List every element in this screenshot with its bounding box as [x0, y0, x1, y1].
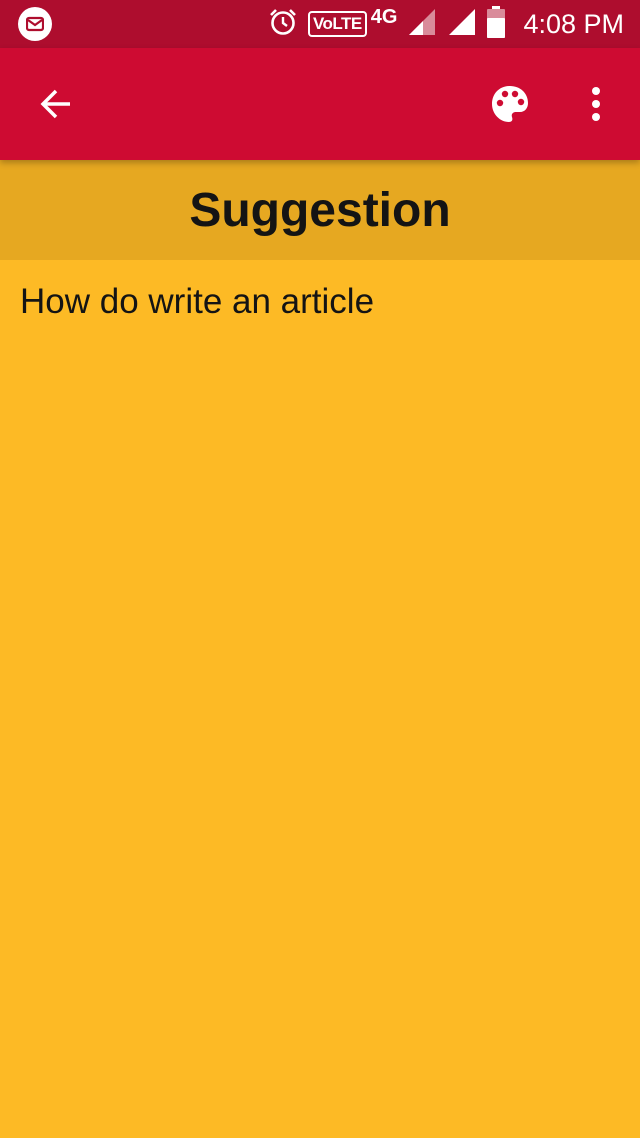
battery-icon: [487, 5, 506, 43]
palette-icon: [492, 86, 528, 122]
mail-icon: [18, 7, 52, 41]
note-screen: VoLTE 4G 4:08 PM Suggestion How do write…: [0, 0, 640, 1138]
status-bar: VoLTE 4G 4:08 PM: [0, 0, 640, 48]
back-button[interactable]: [28, 76, 84, 132]
color-palette-button[interactable]: [482, 76, 538, 132]
alarm-icon: [268, 7, 298, 42]
signal-icon: [407, 7, 437, 42]
network-type: 4G: [370, 5, 398, 28]
status-time: 4:08 PM: [523, 8, 624, 39]
app-bar: [0, 48, 640, 160]
back-arrow-icon: [40, 89, 70, 119]
signal-full-icon: [447, 7, 477, 42]
note-body-text[interactable]: How do write an article: [20, 280, 620, 324]
more-vert-icon: [592, 87, 600, 121]
note-title-bar[interactable]: Suggestion: [0, 160, 640, 260]
note-title: Suggestion: [189, 183, 451, 237]
volte-badge: VoLTE: [307, 11, 367, 37]
more-options-button[interactable]: [568, 76, 624, 132]
